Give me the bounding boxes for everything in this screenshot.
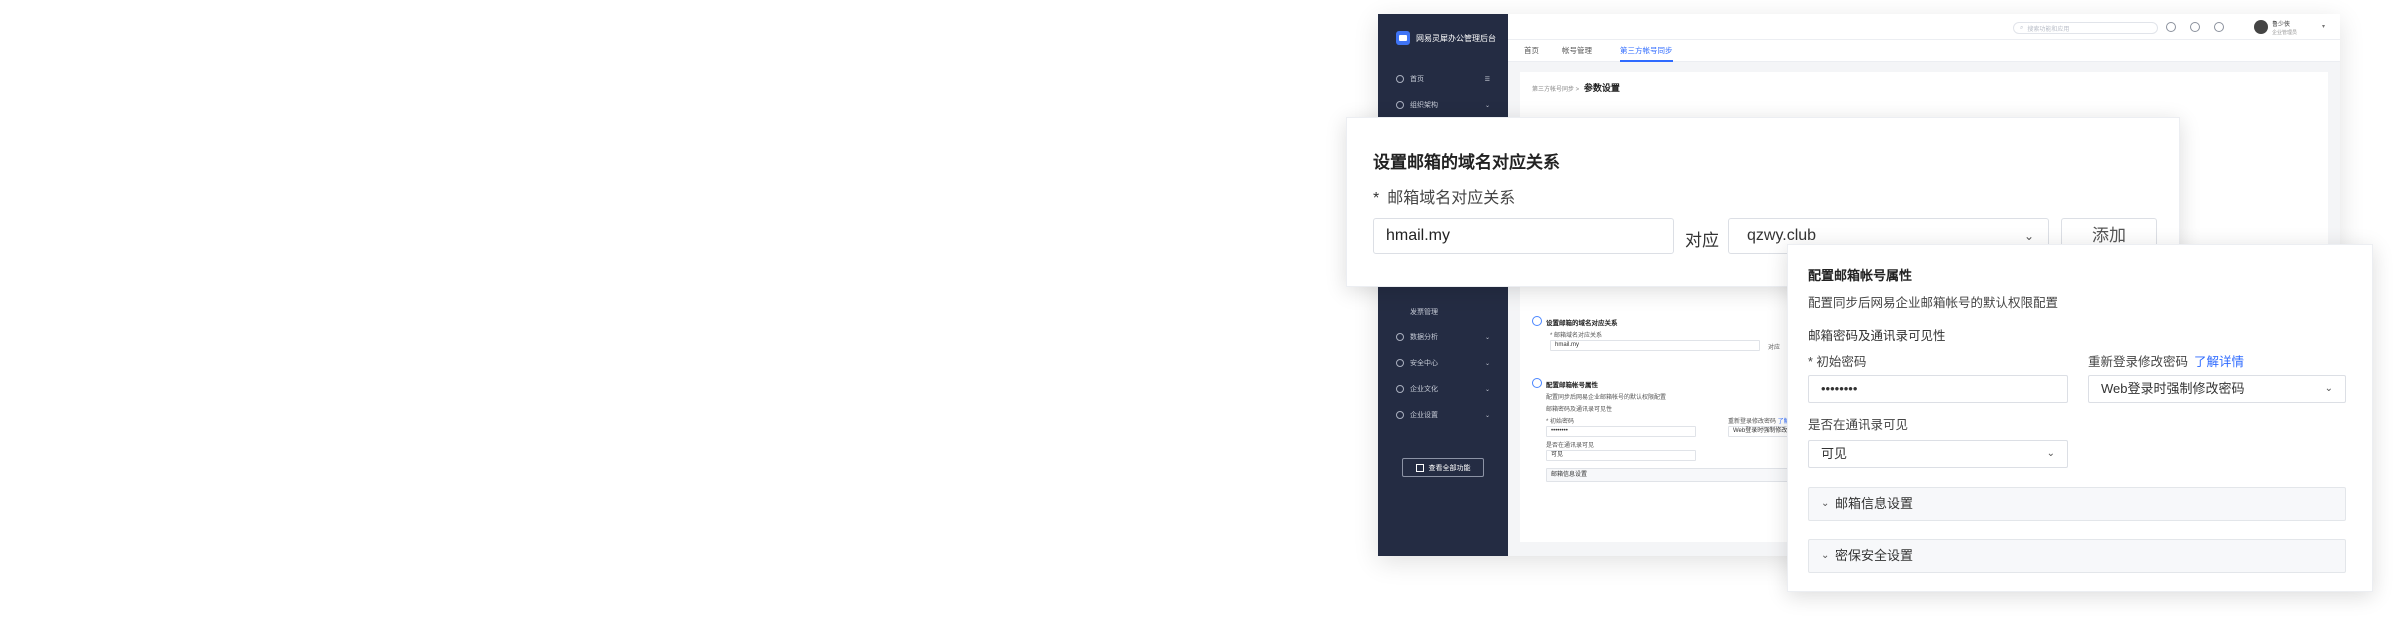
sidebar-item-home[interactable]: 首页 ☰ (1378, 68, 1508, 90)
collapse-icon[interactable]: ☰ (1485, 76, 1490, 83)
sidebar-item-invoice[interactable]: 发票管理 (1378, 301, 1508, 323)
mini-map-word: 对应 (1768, 345, 1781, 351)
show-all-features-button[interactable]: 查看全部功能 (1402, 458, 1484, 477)
step-check-icon (1532, 378, 1542, 388)
chevron-down-icon: ⌄ (1821, 550, 1830, 561)
user-role: 企业管理员 (2272, 30, 2298, 36)
grid-icon (1415, 463, 1424, 472)
help-icon[interactable] (2190, 22, 2200, 32)
chart-icon (1396, 333, 1404, 341)
sidebar-item-label: 企业文化 (1410, 386, 1438, 393)
top-bar: ⌕ 搜索功能和应用 鲁少侠 企业管理员 ▾ (1508, 14, 2340, 40)
logo-icon (1396, 31, 1410, 45)
tab-third-party-sync[interactable]: 第三方帐号同步 (1620, 40, 1673, 62)
chevron-down-icon: ⌄ (1484, 102, 1490, 109)
breadcrumb-current: 参数设置 (1583, 83, 1620, 93)
breadcrumb: 第三方帐号同步 > 参数设置 (1532, 83, 1620, 93)
app-logo[interactable]: 网易灵犀办公管理后台 (1378, 14, 1508, 62)
sidebar-item-org[interactable]: 组织架构 ⌄ (1378, 94, 1508, 116)
mini-relogin-text: 重新登录修改密码 (1728, 419, 1777, 425)
mini-domain-label: * 邮箱域名对应关系 (1550, 333, 1603, 339)
sidebar-item-culture[interactable]: 企业文化 ⌄ (1378, 378, 1508, 400)
mini-visible-label: 是否在通讯录可见 (1546, 443, 1595, 449)
relogin-label-text: 重新登录修改密码 (2088, 355, 2189, 369)
account-attributes-card: 配置邮箱帐号属性 配置同步后网易企业邮箱帐号的默认权限配置 邮箱密码及通讯录可见… (1787, 244, 2373, 592)
breadcrumb-parent[interactable]: 第三方帐号同步 (1532, 87, 1574, 93)
sidebar-item-label: 首页 (1410, 76, 1424, 83)
mini-attr-desc: 配置同步后网易企业邮箱帐号的默认权限配置 (1546, 395, 1667, 401)
initial-password-input[interactable]: •••••••• (1808, 375, 2068, 403)
avatar[interactable] (2254, 20, 2268, 34)
card-description: 配置同步后网易企业邮箱帐号的默认权限配置 (1808, 296, 2059, 310)
mailbox-info-collapse[interactable]: ⌄ 邮箱信息设置 (1808, 487, 2346, 521)
chevron-down-icon: ⌄ (1484, 334, 1490, 341)
sidebar-item-label: 组织架构 (1410, 102, 1438, 109)
sidebar-item-label: 发票管理 (1410, 309, 1438, 316)
chevron-down-icon: ⌄ (2324, 383, 2333, 394)
relogin-policy-value: Web登录时强制修改密码 (2101, 381, 2245, 396)
security-collapse[interactable]: ⌄ 密保安全设置 (1808, 539, 2346, 573)
sidebar-item-analytics[interactable]: 数据分析 ⌄ (1378, 326, 1508, 348)
mini-domain-title: 设置邮箱的域名对应关系 (1546, 320, 1618, 327)
mini-relogin-label: 重新登录修改密码 了解 (1728, 416, 1790, 425)
collapse-label: 密保安全设置 (1835, 548, 1914, 563)
relogin-policy-select[interactable]: Web登录时强制修改密码 ⌄ (2088, 375, 2346, 403)
password-label: * 初始密码 (1808, 355, 1867, 369)
chevron-down-icon: ⌄ (1484, 386, 1490, 393)
sidebar-item-label: 安全中心 (1410, 360, 1438, 367)
tab-bar: 首页 帐号管理 第三方帐号同步 (1508, 40, 2340, 62)
mini-domain-input[interactable]: hmail.my (1550, 340, 1760, 351)
culture-icon (1396, 385, 1404, 393)
sidebar-item-settings[interactable]: 企业设置 ⌄ (1378, 404, 1508, 426)
search-placeholder: 搜索功能和应用 (2027, 26, 2070, 33)
gear-icon (1396, 411, 1404, 419)
shield-icon (1396, 359, 1404, 367)
bell-icon[interactable] (2166, 22, 2176, 32)
mini-pwd-input[interactable]: •••••••• (1546, 426, 1696, 437)
mini-mailbox-label: 邮箱信息设置 (1551, 472, 1588, 478)
sidebar-item-security[interactable]: 安全中心 ⌄ (1378, 352, 1508, 374)
card-title: 设置邮箱的域名对应关系 (1373, 153, 1560, 172)
card-title: 配置邮箱帐号属性 (1808, 268, 1913, 283)
sidebar-item-label: 企业设置 (1410, 412, 1438, 419)
visibility-label: 是否在通讯录可见 (1808, 418, 1909, 432)
search-icon: ⌕ (2020, 24, 2024, 31)
chevron-down-icon: ⌄ (1821, 498, 1830, 509)
mini-mailbox-collapse[interactable]: 邮箱信息设置 (1546, 468, 1826, 482)
user-name[interactable]: 鲁少侠 (2272, 21, 2290, 29)
mini-attr-sub: 邮箱密码及通讯录可见性 (1546, 407, 1613, 413)
required-marker: * (1373, 190, 1380, 207)
app-title: 网易灵犀办公管理后台 (1416, 33, 1496, 43)
mini-attr-title: 配置邮箱帐号属性 (1546, 382, 1598, 389)
tab-home[interactable]: 首页 (1524, 40, 1539, 62)
tab-accounts[interactable]: 帐号管理 (1562, 40, 1592, 62)
chevron-down-icon[interactable]: ▾ (2322, 23, 2325, 30)
relogin-label: 重新登录修改密码 了解详情 (2088, 351, 2244, 370)
target-domain-value: qzwy.club (1747, 227, 1817, 244)
chevron-down-icon: ⌄ (1484, 412, 1490, 419)
org-icon (1396, 101, 1404, 109)
domain-input[interactable]: hmail.my (1373, 218, 1674, 254)
global-search-input[interactable]: ⌕ 搜索功能和应用 (2013, 22, 2158, 34)
sidebar-item-label: 数据分析 (1410, 334, 1438, 341)
mini-pwd-label: * 初始密码 (1546, 419, 1575, 425)
visibility-select[interactable]: 可见 ⌄ (1808, 440, 2068, 468)
visibility-value: 可见 (1821, 446, 1848, 461)
section-subtitle: 邮箱密码及通讯录可见性 (1808, 329, 1946, 343)
chevron-down-icon: ⌄ (1484, 360, 1490, 367)
support-icon[interactable] (2214, 22, 2224, 32)
learn-more-link[interactable]: 了解详情 (2194, 355, 2244, 369)
chevron-down-icon: ⌄ (2046, 448, 2055, 459)
step-check-icon (1532, 316, 1542, 326)
mini-visible-select[interactable]: 可见 (1546, 450, 1696, 461)
show-all-label: 查看全部功能 (1428, 464, 1471, 472)
collapse-label: 邮箱信息设置 (1835, 496, 1914, 511)
domain-mapping-label: * 邮箱域名对应关系 (1373, 184, 1515, 208)
domain-mapping-label-text: 邮箱域名对应关系 (1387, 190, 1516, 207)
home-icon (1396, 75, 1404, 83)
map-word: 对应 (1685, 231, 1719, 250)
